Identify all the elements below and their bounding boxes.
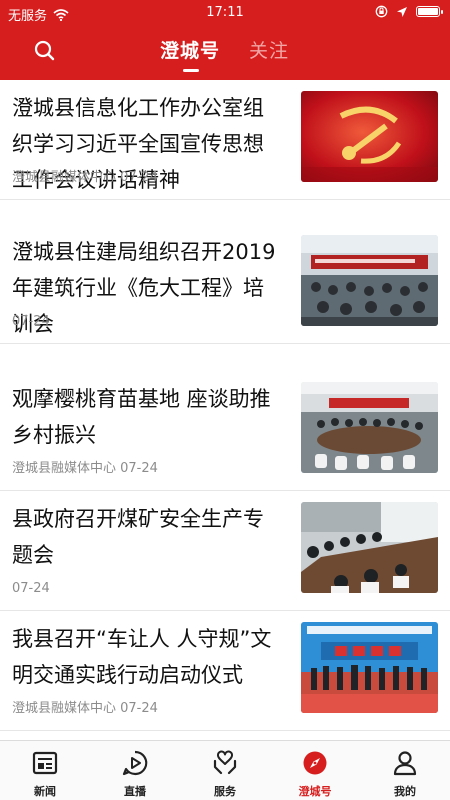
person-icon xyxy=(393,751,417,776)
news-meta: 07-24 xyxy=(12,314,50,329)
tab-label: 新闻 xyxy=(34,785,56,798)
news-title[interactable]: 县政府召开煤矿安全生产专题会 xyxy=(12,501,284,573)
tab-service[interactable]: 服务 xyxy=(180,741,270,800)
app-header: 无服务 17:11 澄城号 关注 xyxy=(0,0,450,80)
tab-mine[interactable]: 我的 xyxy=(360,741,450,800)
tab-chengcheng-hao-bottom[interactable]: 澄城号 xyxy=(270,741,360,800)
news-item[interactable]: 澄城县信息化工作办公室组织学习习近平全国宣传思想工作会议讲话精神 澄城县融媒体中… xyxy=(0,80,450,200)
news-item[interactable]: 澄城县住建局组织召开2019年建筑行业《危大工程》培训会 07-24 xyxy=(0,224,450,344)
news-title[interactable]: 我县召开“车让人 人守规”文明交通实践行动启动仪式 xyxy=(12,621,284,693)
tab-label: 澄城号 xyxy=(298,785,332,798)
tab-label: 直播 xyxy=(124,785,146,798)
compass-icon xyxy=(303,751,327,775)
news-icon xyxy=(32,751,58,775)
active-tab-indicator xyxy=(183,69,199,72)
tab-news[interactable]: 新闻 xyxy=(0,741,90,800)
rotation-lock-icon xyxy=(375,5,388,18)
tab-chengcheng-hao[interactable]: 澄城号 xyxy=(160,36,220,63)
search-icon[interactable] xyxy=(32,38,58,64)
top-nav: 澄城号 关注 xyxy=(0,26,450,80)
news-thumbnail[interactable] xyxy=(301,382,438,473)
tab-label: 服务 xyxy=(214,785,236,798)
news-title[interactable]: 观摩樱桃育苗基地 座谈助推乡村振兴 xyxy=(12,381,284,453)
news-meta: 澄城县融媒体中心 07-24 xyxy=(12,461,158,476)
news-thumbnail[interactable] xyxy=(301,235,438,326)
news-feed: 澄城县信息化工作办公室组织学习习近平全国宣传思想工作会议讲话精神 澄城县融媒体中… xyxy=(0,80,450,740)
news-thumbnail[interactable] xyxy=(301,622,438,713)
news-title[interactable]: 澄城县住建局组织召开2019年建筑行业《危大工程》培训会 xyxy=(12,234,284,342)
status-bar: 无服务 17:11 xyxy=(0,0,450,26)
tab-live[interactable]: 直播 xyxy=(90,741,180,800)
status-right xyxy=(375,5,443,18)
news-item[interactable]: 县政府召开煤矿安全生产专题会 07-24 xyxy=(0,491,450,611)
news-thumbnail[interactable] xyxy=(301,91,438,182)
play-icon xyxy=(122,750,148,776)
tab-follow[interactable]: 关注 xyxy=(249,36,289,63)
news-item[interactable]: 我县召开“车让人 人守规”文明交通实践行动启动仪式 澄城县融媒体中心 07-24 xyxy=(0,611,450,731)
news-meta: 澄城县融媒体中心 07-24 xyxy=(12,701,158,716)
news-thumbnail[interactable] xyxy=(301,502,438,593)
heart-hands-icon xyxy=(213,750,237,775)
tab-label: 我的 xyxy=(394,785,416,798)
bottom-tab-bar: 新闻 直播 服务 澄城号 我的 xyxy=(0,740,450,800)
news-item[interactable]: 观摩樱桃育苗基地 座谈助推乡村振兴 澄城县融媒体中心 07-24 xyxy=(0,371,450,491)
news-meta: 07-24 xyxy=(12,581,50,596)
battery-icon xyxy=(416,6,443,17)
location-arrow-icon xyxy=(397,6,407,17)
news-meta: 澄城县融媒体中心 07-24 xyxy=(12,170,158,185)
